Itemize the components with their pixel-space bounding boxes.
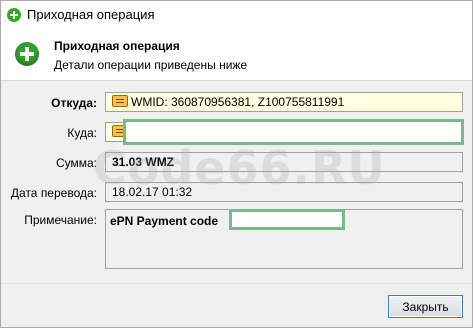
from-label: Откуда:: [51, 96, 97, 110]
redaction-box: [229, 209, 345, 230]
close-button[interactable]: Закрыть: [388, 295, 463, 318]
window-title: Приходная операция: [27, 7, 155, 22]
note-value: ePN Payment code: [110, 214, 219, 228]
date-field[interactable]: 18.02.17 01:32: [105, 182, 463, 202]
to-label: Куда:: [67, 126, 97, 140]
from-value: WMID: 360870956381, Z100755811991: [131, 95, 345, 109]
add-circle-icon: [7, 8, 21, 22]
title-bar: Приходная операция: [1, 1, 472, 29]
note-label: Примечание:: [24, 213, 97, 227]
footer-divider: [1, 283, 472, 284]
dialog-window: Приходная операция Приходная операция Де…: [0, 0, 473, 328]
header-subtitle: Детали операции приведены ниже: [54, 58, 248, 72]
header-title: Приходная операция: [54, 39, 180, 53]
income-plus-icon: [15, 42, 39, 66]
amount-label: Сумма:: [55, 156, 97, 170]
wallet-icon: [112, 95, 128, 107]
dialog-header: Приходная операция Детали операции приве…: [1, 29, 472, 81]
from-field[interactable]: WMID: 360870956381, Z100755811991: [105, 92, 463, 112]
amount-field[interactable]: 31.03 WMZ: [105, 152, 463, 172]
redaction-box: [123, 119, 464, 145]
date-label: Дата перевода:: [10, 186, 97, 200]
